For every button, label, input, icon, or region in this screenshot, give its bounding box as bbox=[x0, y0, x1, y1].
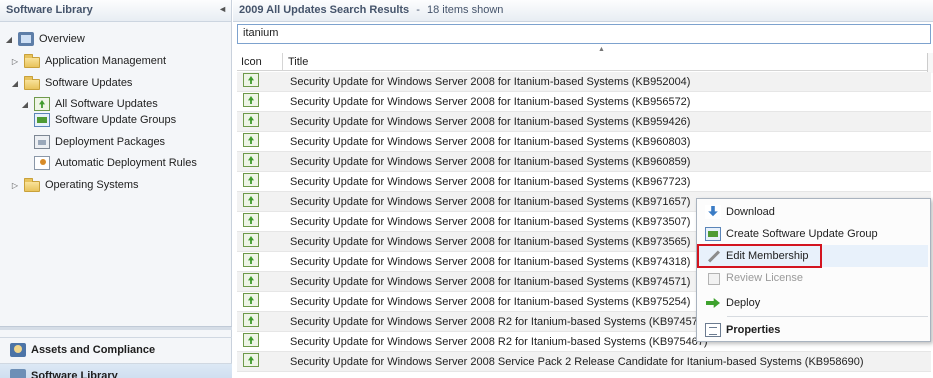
create-group-icon bbox=[705, 227, 721, 241]
results-header: 2009 All Updates Search Results - 18 ite… bbox=[233, 0, 933, 22]
software-update-icon bbox=[243, 93, 259, 107]
update-title: Security Update for Windows Server 2008 … bbox=[290, 355, 864, 368]
tree-expander-icon[interactable]: ▷ bbox=[10, 181, 20, 190]
grid-header: Icon Title bbox=[237, 53, 931, 71]
folder-icon bbox=[24, 177, 40, 192]
menu-item-label: Properties bbox=[726, 324, 781, 336]
menu-item-edit-membership[interactable]: Edit Membership bbox=[697, 244, 928, 268]
tree-expander-icon[interactable]: ◢ bbox=[4, 35, 14, 44]
software-update-icon bbox=[243, 233, 259, 247]
tree-item-overview[interactable]: ◢ Overview bbox=[4, 29, 85, 49]
table-row[interactable]: Security Update for Windows Server 2008 … bbox=[237, 112, 931, 132]
collapse-pane-icon[interactable]: ◄ bbox=[218, 4, 227, 14]
software-update-icon bbox=[243, 173, 259, 187]
navigation-pane-title: Software Library bbox=[6, 4, 93, 16]
menu-item-create-software-update-group[interactable]: Create Software Update Group bbox=[699, 223, 928, 245]
table-row[interactable]: Security Update for Windows Server 2008 … bbox=[237, 172, 931, 192]
tree-item-application-management[interactable]: ▷ Application Management bbox=[10, 51, 166, 71]
software-updates-icon bbox=[34, 97, 50, 111]
download-icon bbox=[705, 205, 721, 219]
menu-item-label: Download bbox=[726, 206, 775, 218]
properties-icon bbox=[705, 323, 721, 337]
software-update-icon bbox=[243, 273, 259, 287]
menu-item-label: Deploy bbox=[726, 297, 761, 309]
workspace-software-library[interactable]: Software Library bbox=[0, 363, 232, 378]
software-update-icon bbox=[243, 253, 259, 267]
sort-ascending-icon: ▲ bbox=[598, 46, 605, 53]
search-input[interactable]: itanium bbox=[237, 24, 931, 44]
update-title: Security Update for Windows Server 2008 … bbox=[290, 135, 691, 148]
tree-item-label: All Software Updates bbox=[55, 98, 158, 110]
scrollbar[interactable] bbox=[927, 53, 933, 73]
update-title: Security Update for Windows Server 2008 … bbox=[290, 95, 691, 108]
tree-item-label: Overview bbox=[39, 33, 85, 45]
tree-item-automatic-deployment-rules[interactable]: Automatic Deployment Rules bbox=[34, 153, 197, 173]
software-update-icon bbox=[243, 293, 259, 307]
assets-compliance-icon bbox=[10, 342, 26, 357]
folder-icon bbox=[24, 75, 40, 90]
update-title: Security Update for Windows Server 2008 … bbox=[290, 75, 691, 88]
software-update-icon bbox=[243, 73, 259, 87]
software-update-icon bbox=[243, 333, 259, 347]
menu-item-review-license: Review License bbox=[699, 267, 928, 289]
table-row[interactable]: Security Update for Windows Server 2008 … bbox=[237, 152, 931, 172]
tree-item-label: Application Management bbox=[45, 55, 167, 67]
update-title: Security Update for Windows Server 2008 … bbox=[290, 175, 691, 188]
folder-icon bbox=[24, 53, 40, 68]
menu-item-deploy[interactable]: Deploy bbox=[699, 292, 928, 314]
tree-expander-icon[interactable]: ◢ bbox=[10, 79, 20, 88]
update-title: Security Update for Windows Server 2008 … bbox=[290, 115, 691, 128]
menu-separator bbox=[727, 316, 928, 317]
software-library-icon bbox=[10, 368, 26, 378]
tree-item-software-update-groups[interactable]: Software Update Groups bbox=[34, 110, 176, 130]
table-row[interactable]: Security Update for Windows Server 2008 … bbox=[237, 132, 931, 152]
tree-expander-icon[interactable]: ▷ bbox=[10, 57, 20, 66]
overview-icon bbox=[18, 32, 34, 46]
tree-expander-icon[interactable]: ◢ bbox=[20, 100, 30, 109]
software-update-icon bbox=[243, 313, 259, 327]
deployment-rule-icon bbox=[34, 156, 50, 170]
workspace-label: Software Library bbox=[31, 369, 118, 378]
results-count: 18 items shown bbox=[426, 4, 504, 16]
deploy-icon bbox=[705, 296, 721, 310]
workspace-label: Assets and Compliance bbox=[31, 343, 156, 356]
navigation-pane-header: Software Library ◄ bbox=[0, 0, 231, 22]
column-header-icon[interactable]: Icon bbox=[237, 53, 283, 70]
software-update-icon bbox=[243, 133, 259, 147]
table-row[interactable]: Security Update for Windows Server 2008 … bbox=[237, 72, 931, 92]
update-group-icon bbox=[34, 113, 50, 127]
highlight-box bbox=[697, 244, 822, 268]
tree-item-label: Operating Systems bbox=[45, 179, 139, 191]
tree-item-software-updates[interactable]: ◢ Software Updates bbox=[10, 73, 132, 93]
tree-item-deployment-packages[interactable]: Deployment Packages bbox=[34, 132, 165, 152]
software-update-icon bbox=[243, 193, 259, 207]
tree-item-label: Software Updates bbox=[45, 77, 133, 89]
menu-item-label: Review License bbox=[726, 272, 804, 284]
software-update-icon bbox=[243, 353, 259, 367]
review-license-icon bbox=[705, 271, 721, 285]
software-update-icon bbox=[243, 213, 259, 227]
context-menu: Download Create Software Update Group Ed… bbox=[696, 198, 931, 342]
menu-item-download[interactable]: Download bbox=[699, 201, 928, 223]
navigation-pane: Software Library ◄ ◢ Overview ▷ Applicat… bbox=[0, 0, 232, 378]
table-row[interactable]: Security Update for Windows Server 2008 … bbox=[237, 92, 931, 112]
workspace-splitter[interactable] bbox=[0, 326, 232, 330]
software-update-icon bbox=[243, 113, 259, 127]
workspace-assets-and-compliance[interactable]: Assets and Compliance bbox=[0, 337, 232, 361]
tree-item-label: Software Update Groups bbox=[55, 114, 177, 126]
deployment-package-icon bbox=[34, 135, 50, 149]
results-title: 2009 All Updates Search Results bbox=[239, 4, 410, 16]
update-title: Security Update for Windows Server 2008 … bbox=[290, 155, 691, 168]
tree-item-label: Deployment Packages bbox=[55, 136, 166, 148]
tree-item-label: Automatic Deployment Rules bbox=[55, 157, 197, 169]
software-update-icon bbox=[243, 153, 259, 167]
column-header-title[interactable]: Title bbox=[283, 53, 931, 70]
tree-item-operating-systems[interactable]: ▷ Operating Systems bbox=[10, 175, 139, 195]
results-separator: - bbox=[416, 4, 420, 16]
menu-item-properties[interactable]: Properties bbox=[699, 319, 928, 341]
menu-item-label: Create Software Update Group bbox=[726, 228, 878, 240]
table-row[interactable]: Security Update for Windows Server 2008 … bbox=[237, 352, 931, 372]
